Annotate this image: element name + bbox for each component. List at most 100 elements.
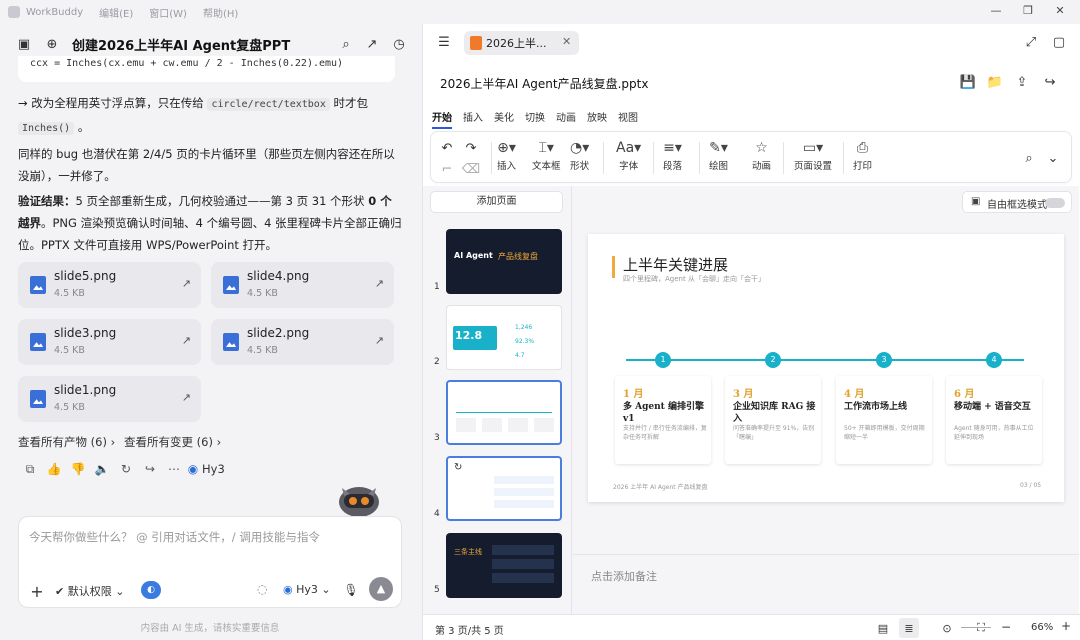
notes-view-icon[interactable]: ≣ (899, 618, 919, 638)
save-icon[interactable]: 💾 (958, 72, 978, 92)
close-tab-icon[interactable]: ✕ (562, 35, 571, 48)
view-all-outputs-link[interactable]: 查看所有产物 (6) › (18, 434, 115, 450)
menu-window[interactable]: 窗口(W) (149, 5, 187, 20)
menu-list-icon[interactable]: ☰ (434, 32, 454, 52)
file-card[interactable]: slide2.png 4.5 KB ↗ (211, 319, 394, 365)
main-slide-canvas[interactable]: 上半年关键进展 四个里程碑，Agent 从「会聊」走向「会干」 1 2 3 4 … (588, 234, 1064, 502)
close-window-button[interactable]: ✕ (1052, 4, 1068, 17)
loading-icon: ↻ (454, 462, 463, 473)
search-icon[interactable]: ⌕ (336, 34, 356, 54)
search-icon[interactable]: ⌕ (1019, 148, 1039, 168)
code-line: ccx = Inches(cx.emu + cw.emu / 2 - Inche… (30, 58, 344, 69)
animation-button[interactable]: ☆ 动画 (752, 138, 771, 172)
zoom-out-button[interactable]: − (1001, 620, 1011, 634)
zoom-in-button[interactable]: + (1061, 619, 1071, 633)
slide-thumbnail-5[interactable]: 三条主线 (446, 533, 562, 598)
format-painter-icon[interactable]: ⌐ (437, 159, 457, 179)
share-icon[interactable]: ↪ (138, 459, 162, 479)
expand-icon[interactable]: ⤢ (1021, 32, 1041, 52)
upload-icon[interactable]: ⇪ (1012, 72, 1032, 92)
tab-slideshow[interactable]: 放映 (587, 109, 607, 129)
open-arrow-icon[interactable]: ↗ (182, 277, 191, 290)
shape-button[interactable]: ◔▾ 形状 (570, 138, 589, 172)
copy-icon[interactable]: ⧉ (18, 459, 42, 479)
add-icon[interactable]: + (27, 581, 47, 601)
share-icon[interactable]: ↪ (1040, 72, 1060, 92)
free-select-toggle[interactable]: ▣ 自由框选模式 (962, 191, 1072, 213)
permission-label: 默认权限 (67, 585, 112, 598)
file-card[interactable]: slide4.png 4.5 KB ↗ (211, 262, 394, 308)
open-arrow-icon[interactable]: ↗ (375, 277, 384, 290)
pen-icon: ✎▾ (709, 140, 728, 156)
milestone-desc: Agent 随身可用，热事从工位延伸到现场 (954, 425, 1034, 441)
folder-icon[interactable]: 📁 (985, 72, 1005, 92)
undo-icon[interactable]: ↶ (437, 138, 457, 158)
minimize-button[interactable]: — (988, 4, 1004, 17)
thumb-number: 4 (434, 509, 440, 519)
file-card[interactable]: slide3.png 4.5 KB ↗ (18, 319, 201, 365)
zoom-level[interactable]: 66% (1031, 622, 1053, 633)
file-card[interactable]: slide5.png 4.5 KB ↗ (18, 262, 201, 308)
page-setup-button[interactable]: ▭▾ 页面设置 (794, 138, 832, 172)
redo-icon[interactable]: ↷ (461, 138, 481, 158)
panel-toggle-icon[interactable]: ▢ (1049, 32, 1069, 52)
slide-thumbnail-4[interactable]: ↻ (446, 456, 562, 521)
tab-animation[interactable]: 动画 (556, 109, 576, 129)
microphone-icon[interactable]: 🎙 (341, 580, 361, 600)
permission-select[interactable]: ✔ 默认权限 ⌄ (55, 583, 124, 599)
model-select[interactable]: ◉ Hy3 ⌄ (283, 583, 331, 596)
toggle-switch[interactable] (1045, 198, 1065, 208)
open-arrow-icon[interactable]: ↗ (182, 334, 191, 347)
send-button[interactable]: ▲ (369, 577, 393, 601)
notes-area[interactable]: 点击添加备注 (573, 554, 1079, 614)
label: 段落 (663, 161, 683, 172)
view-all-changes-link[interactable]: 查看所有变更 (6) › (124, 434, 221, 450)
tab-view[interactable]: 视图 (618, 109, 638, 129)
paragraph-button[interactable]: ≡▾ 段落 (663, 138, 682, 172)
new-chat-icon[interactable]: ⊕ (42, 34, 62, 54)
slide-title: 上半年关键进展 (623, 256, 729, 274)
menu-help[interactable]: 帮助(H) (203, 5, 238, 20)
more-icon[interactable]: ⋯ (162, 459, 186, 479)
document-tab[interactable]: 2026上半... ✕ (464, 31, 579, 55)
open-arrow-icon[interactable]: ↗ (182, 391, 191, 404)
tab-transition[interactable]: 切换 (525, 109, 545, 129)
tab-insert[interactable]: 插入 (463, 109, 483, 129)
share-icon[interactable]: ↗ (362, 34, 382, 54)
add-page-button[interactable]: 添加页面 (430, 191, 563, 213)
file-name: slide5.png (54, 269, 117, 283)
textbox-button[interactable]: ⌶▾ 文本框 (532, 138, 561, 172)
text: 验证结果： (18, 194, 76, 208)
insert-button[interactable]: ⊕▾ 插入 (497, 138, 516, 172)
print-button[interactable]: ⎙ 打印 (853, 138, 872, 172)
maximize-button[interactable]: ❐ (1020, 4, 1036, 17)
speaker-icon[interactable]: 🔈 (90, 459, 114, 479)
tab-home[interactable]: 开始 (432, 109, 452, 129)
file-card[interactable]: slide1.png 4.5 KB ↗ (18, 376, 201, 422)
fit-screen-icon[interactable]: ⛶ (971, 618, 991, 638)
open-arrow-icon[interactable]: ↗ (375, 334, 384, 347)
play-icon[interactable]: ⊙ (937, 618, 957, 638)
slide-thumbnail-3-selected[interactable] (446, 380, 562, 445)
draw-button[interactable]: ✎▾ 绘图 (709, 138, 728, 172)
agent-badge-icon[interactable]: ◐ (141, 581, 161, 599)
thumbs-down-icon[interactable]: 👎 (66, 459, 90, 479)
normal-view-icon[interactable]: ▤ (873, 618, 893, 638)
thumb-value: 92.3% (515, 338, 535, 345)
thumb-title: AI Agent (454, 251, 493, 260)
font-button[interactable]: Aa▾ 字体 (616, 138, 641, 172)
history-icon[interactable]: ◷ (389, 34, 409, 54)
thumbs-up-icon[interactable]: 👍 (42, 459, 66, 479)
milestone-dot: 3 (876, 352, 892, 368)
slide-thumbnail-1[interactable]: AI Agent 产品线复盘 (446, 229, 562, 294)
sidebar-toggle-icon[interactable]: ▣ (14, 34, 34, 54)
tab-design[interactable]: 美化 (494, 109, 514, 129)
slide-thumbnail-2[interactable]: 12.8 1,246 92.3% 4.7 (446, 305, 562, 370)
menu-edit[interactable]: 编辑(E) (99, 5, 133, 20)
regenerate-icon[interactable]: ↻ (114, 459, 138, 479)
chevron-down-icon[interactable]: ⌄ (1043, 148, 1063, 168)
chat-input-box[interactable]: 今天帮你做些什么？ @ 引用对话文件，/ 调用技能与指令 + ✔ 默认权限 ⌄ … (18, 516, 402, 608)
slide-subtitle: 四个里程碑，Agent 从「会聊」走向「会干」 (623, 275, 765, 283)
milestone-title: 移动端 + 语音交互 (954, 402, 1031, 412)
eraser-icon[interactable]: ⌫ (461, 159, 481, 179)
